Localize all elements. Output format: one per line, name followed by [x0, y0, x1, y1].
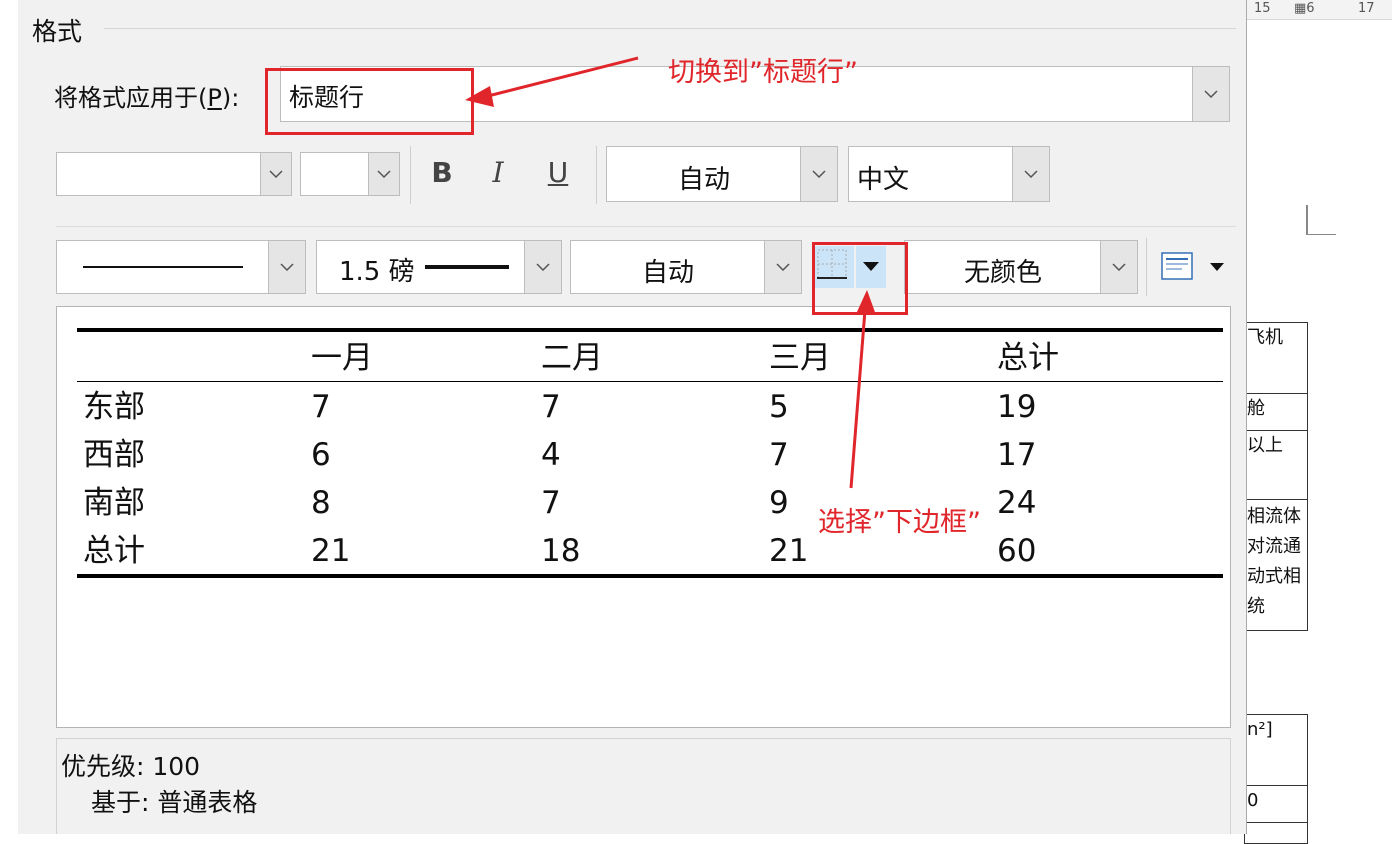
- arrow-head-icon: [856, 290, 876, 315]
- annotation-note-border: 选择”下边框”: [818, 507, 981, 538]
- annotation-arrows: [465, 56, 876, 489]
- annotation-note-apply: 切换到”标题行”: [668, 57, 858, 88]
- annotation-arrow-line: [849, 309, 867, 489]
- arrow-head-icon: [465, 86, 494, 107]
- annotation-arrow-line: [483, 56, 639, 99]
